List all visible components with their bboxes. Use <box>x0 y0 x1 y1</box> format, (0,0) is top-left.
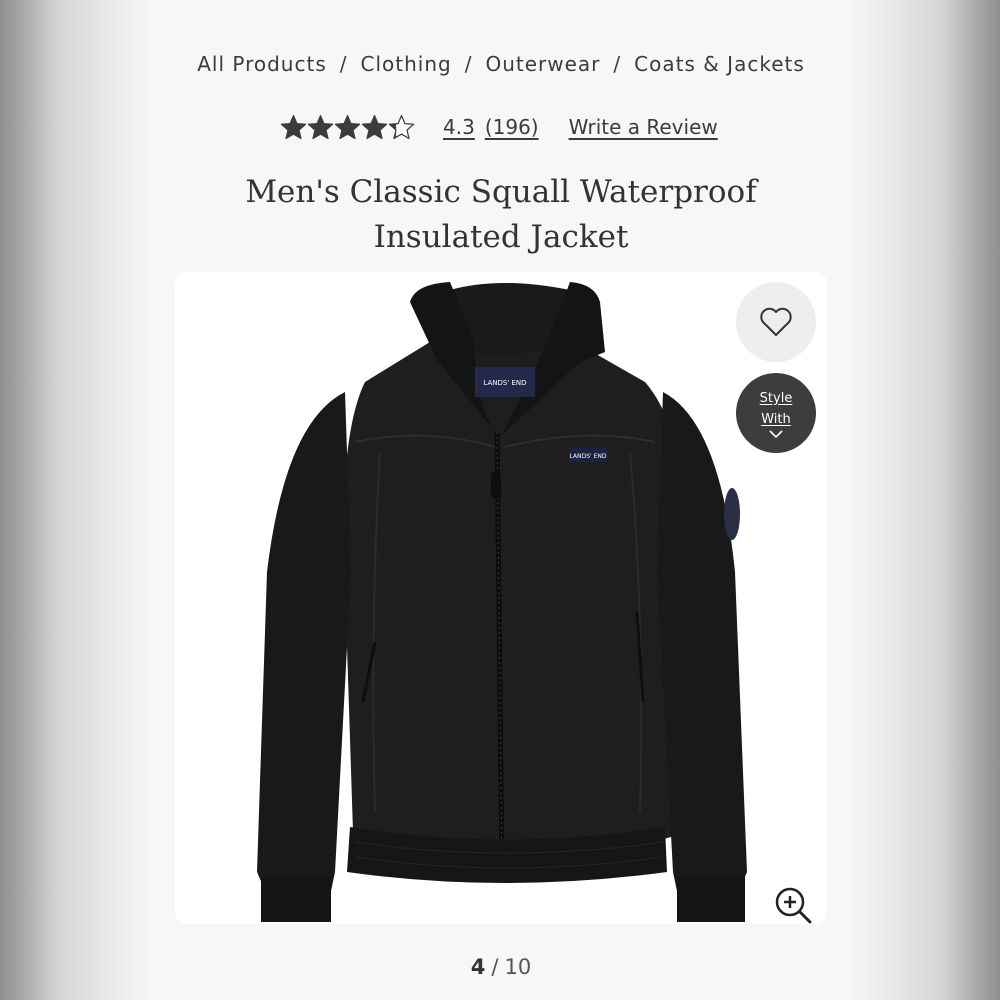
zoom-in-icon <box>775 887 812 924</box>
product-panel: All Products / Clothing / Outerwear / Coats & … <box>148 0 854 1000</box>
pager-current: 4 <box>470 955 486 979</box>
star-icon <box>388 114 415 140</box>
product-image[interactable]: LANDS' END LANDS' END Style With <box>175 272 827 924</box>
rating-summary: 4.3 (196) Write a Review <box>280 110 718 144</box>
write-review-link[interactable]: Write a Review <box>569 115 718 139</box>
breadcrumb-all-products[interactable]: All Products <box>197 52 327 76</box>
breadcrumb-separator: / <box>464 52 473 76</box>
favorite-button[interactable] <box>736 282 816 362</box>
chevron-down-icon <box>769 429 783 438</box>
star-icon <box>307 114 334 140</box>
breadcrumb-coats-jackets[interactable]: Coats & Jackets <box>634 52 805 76</box>
heart-icon <box>760 307 792 336</box>
chest-brand-label: LANDS' END <box>570 453 607 460</box>
breadcrumb-clothing[interactable]: Clothing <box>361 52 452 76</box>
rating-value[interactable]: 4.3 <box>443 115 475 139</box>
review-count[interactable]: (196) <box>485 115 539 139</box>
star-rating[interactable] <box>280 114 415 140</box>
star-icon <box>334 114 361 140</box>
pager-separator: / <box>491 955 499 979</box>
product-title: Men's Classic Squall Waterproof Insulate… <box>245 174 757 255</box>
jacket-illustration: LANDS' END LANDS' END <box>257 282 747 922</box>
star-icon <box>280 114 307 140</box>
pager-total: 10 <box>504 955 532 979</box>
breadcrumb-outerwear[interactable]: Outerwear <box>485 52 600 76</box>
style-with-label-line1: Style <box>759 390 793 406</box>
breadcrumb: All Products / Clothing / Outerwear / Coats & … <box>148 52 854 76</box>
image-pager: 4/10 <box>148 955 854 979</box>
inner-brand-label: LANDS' END <box>483 379 526 387</box>
breadcrumb-separator: / <box>613 52 622 76</box>
star-icon <box>361 114 388 140</box>
style-with-label-line2: With <box>761 411 791 427</box>
zoom-button[interactable] <box>773 885 813 924</box>
breadcrumb-separator: / <box>339 52 348 76</box>
style-with-button[interactable]: Style With <box>736 373 816 453</box>
